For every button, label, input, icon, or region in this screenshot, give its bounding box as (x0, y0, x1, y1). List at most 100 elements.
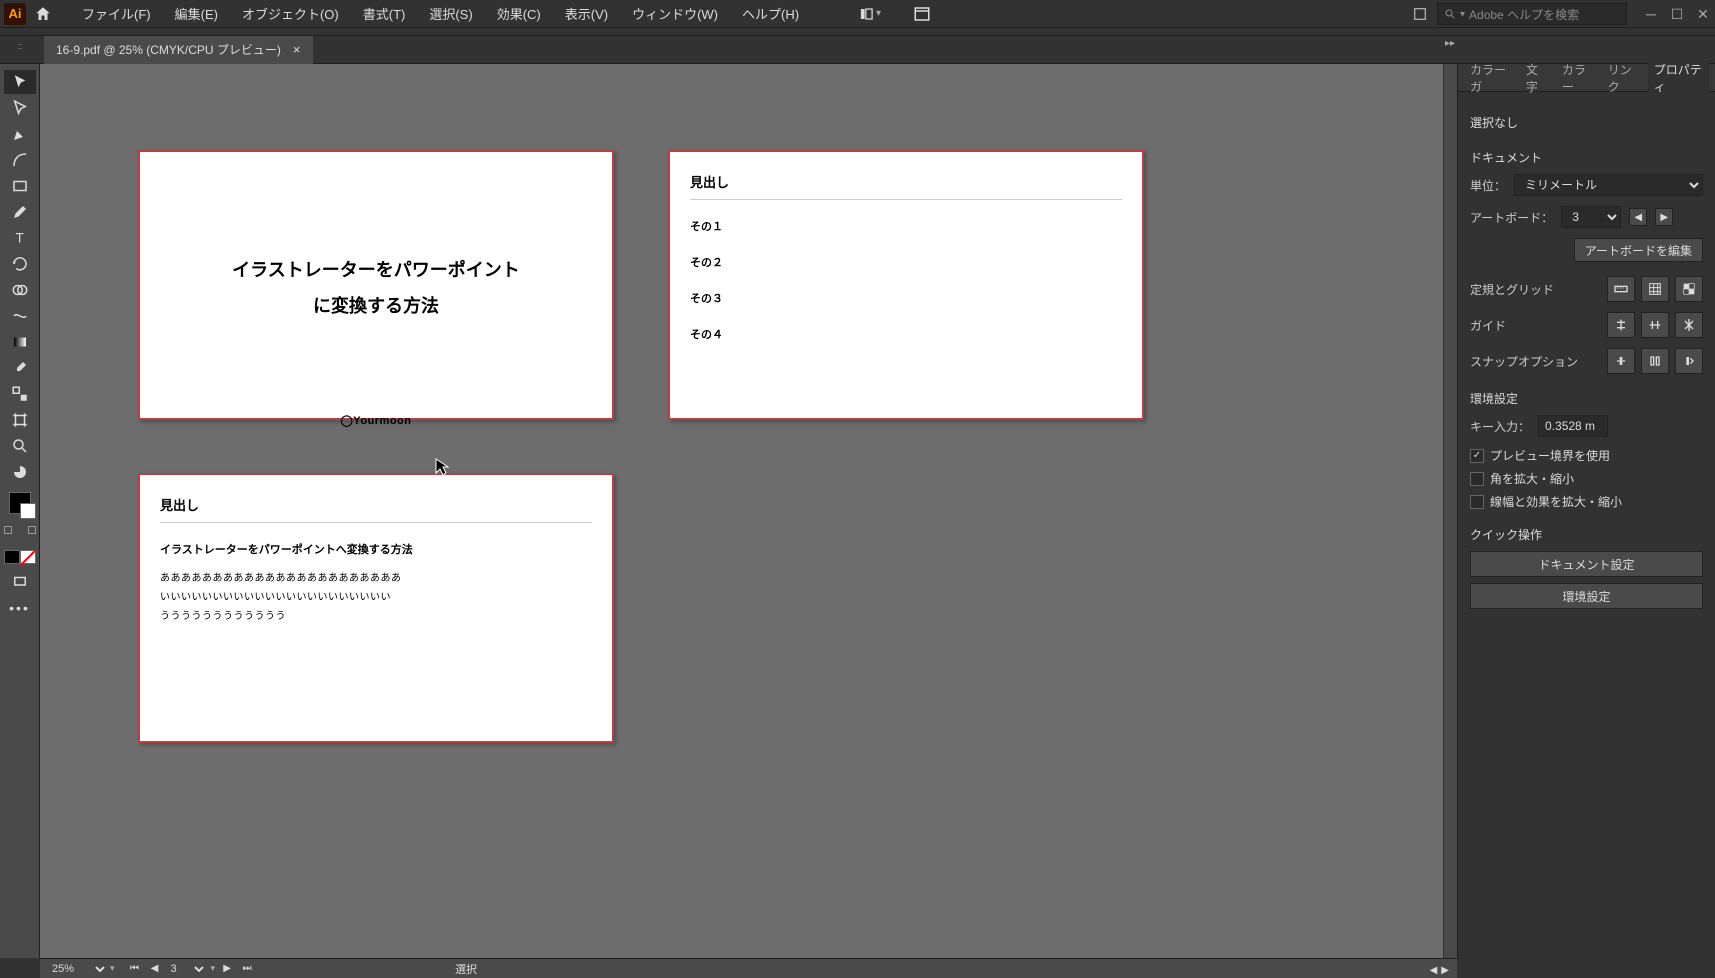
last-page-icon[interactable]: ⏭ (239, 962, 255, 976)
default-fill-stroke-icon[interactable] (28, 526, 36, 534)
artboard-1[interactable]: イラストレーターをパワーポイント に変換する方法 ◯Yourmoon (138, 150, 614, 420)
guide-lock-icon[interactable] (1641, 312, 1669, 338)
minimize-button[interactable]: ─ (1643, 6, 1659, 22)
menu-type[interactable]: 書式(T) (353, 0, 416, 27)
vertical-scrollbar[interactable] (1443, 64, 1457, 958)
key-input-label: キー入力： (1470, 418, 1530, 435)
rotate-tool[interactable] (4, 252, 36, 276)
doc-tab-name: 16-9.pdf @ 25% (CMYK/CPU プレビュー) (56, 41, 281, 58)
menu-items: ファイル(F) 編集(E) オブジェクト(O) 書式(T) 選択(S) 効果(C… (72, 0, 809, 27)
maximize-button[interactable]: ☐ (1669, 6, 1685, 22)
zoom-select[interactable]: 25% (48, 962, 108, 976)
edit-toolbar-icon[interactable]: ••• (4, 596, 36, 620)
close-window-button[interactable]: ✕ (1695, 6, 1711, 22)
gradient-tool[interactable] (4, 330, 36, 354)
artboard-select[interactable]: 3 (1561, 206, 1621, 228)
paintbrush-tool[interactable] (4, 200, 36, 224)
menu-object[interactable]: オブジェクト(O) (232, 0, 349, 27)
artboard-tool[interactable] (4, 408, 36, 432)
menu-edit[interactable]: 編集(E) (165, 0, 228, 27)
fill-color-swatch[interactable] (9, 492, 31, 514)
key-input-field[interactable] (1538, 415, 1608, 437)
workspace-layout-icon[interactable]: ▾ (859, 3, 881, 25)
menu-help[interactable]: ヘルプ(H) (732, 0, 809, 27)
ab2-item-4: その４ (690, 326, 1122, 342)
width-tool[interactable] (4, 304, 36, 328)
doc-tab[interactable]: 16-9.pdf @ 25% (CMYK/CPU プレビュー) × (44, 36, 313, 64)
ruler-icon[interactable] (1607, 276, 1635, 302)
curvature-tool[interactable] (4, 148, 36, 172)
units-label: 単位： (1470, 177, 1506, 194)
ab1-brand: ◯Yourmoon (160, 414, 592, 427)
arrange-documents-icon[interactable] (911, 3, 933, 25)
scale-corners-checkbox[interactable] (1470, 472, 1484, 486)
status-bar: 25% ▾ ⏮ ◀ 3 ▾ ▶ ⏭ 選択 ◀ ▶ (40, 958, 1457, 978)
tools-panel: T ••• (0, 64, 40, 958)
pie-graph-tool[interactable] (4, 460, 36, 484)
document-setup-button[interactable]: ドキュメント設定 (1470, 551, 1703, 577)
scroll-right-icon[interactable]: ▶ (1441, 965, 1449, 976)
screen-mode-icon[interactable] (4, 570, 36, 594)
pen-tool[interactable] (4, 122, 36, 146)
help-search[interactable]: ▾ Adobe ヘルプを検索 (1437, 3, 1627, 25)
scroll-left-icon[interactable]: ◀ (1430, 965, 1438, 976)
snap-point-icon[interactable] (1607, 348, 1635, 374)
none-mode-icon[interactable] (20, 550, 36, 564)
guide-visibility-icon[interactable] (1607, 312, 1635, 338)
units-select[interactable]: ミリメートル (1514, 174, 1703, 196)
artboard-3[interactable]: 見出し イラストレーターをパワーポイントへ変換する方法 ああああああああああああ… (138, 473, 614, 743)
menu-select[interactable]: 選択(S) (419, 0, 482, 27)
ab2-item-2: その２ (690, 254, 1122, 270)
ab3-heading: 見出し (160, 495, 592, 523)
close-tab-icon[interactable]: × (293, 42, 301, 57)
ab1-line2: に変換する方法 (160, 288, 592, 324)
ab2-item-3: その３ (690, 290, 1122, 306)
swap-fill-stroke-icon[interactable] (4, 526, 12, 534)
artboard-prev-icon[interactable]: ◀ (1629, 208, 1647, 226)
ruler-grid-label: 定規とグリッド (1470, 281, 1554, 298)
color-mode-icon[interactable] (4, 550, 20, 564)
rectangle-tool[interactable] (4, 174, 36, 198)
panel-tabs: カラーガ 文字 カラー リンク プロパティ (1458, 64, 1715, 92)
edit-artboards-button[interactable]: アートボードを編集 (1574, 238, 1703, 262)
artboard-2[interactable]: 見出し その１ その２ その３ その４ (668, 150, 1144, 420)
menu-file[interactable]: ファイル(F) (72, 0, 161, 27)
menu-bar: Ai ファイル(F) 編集(E) オブジェクト(O) 書式(T) 選択(S) 効… (0, 0, 1715, 28)
eyedropper-tool[interactable] (4, 356, 36, 380)
selection-status: 選択なし (1470, 114, 1703, 131)
snap-grid-icon[interactable] (1641, 348, 1669, 374)
menu-effect[interactable]: 効果(C) (487, 0, 551, 27)
menu-view[interactable]: 表示(V) (555, 0, 618, 27)
canvas[interactable]: イラストレーターをパワーポイント に変換する方法 ◯Yourmoon 見出し そ… (40, 64, 1457, 958)
prev-page-icon[interactable]: ◀ (147, 962, 163, 976)
first-page-icon[interactable]: ⏮ (127, 962, 143, 976)
zoom-tool[interactable] (4, 434, 36, 458)
doc-handle-icon[interactable]: :::::: (4, 36, 34, 56)
preview-bounds-checkbox[interactable]: ✓ (1470, 449, 1484, 463)
share-icon[interactable] (1409, 3, 1431, 25)
preferences-button[interactable]: 環境設定 (1470, 583, 1703, 609)
shape-builder-tool[interactable] (4, 278, 36, 302)
ab3-line1: あああああああああああああああああああああああ (160, 569, 592, 584)
collapse-panels-icon[interactable]: ▸▸ (1443, 36, 1457, 50)
snap-pixel-icon[interactable] (1675, 348, 1703, 374)
page-select[interactable]: 3 (167, 962, 207, 976)
ab1-line1: イラストレーターをパワーポイント (160, 252, 592, 288)
stroke-color-swatch[interactable] (20, 503, 36, 519)
selection-tool[interactable] (4, 70, 36, 94)
transparency-grid-icon[interactable] (1675, 276, 1703, 302)
prefs-section-title: 環境設定 (1470, 390, 1703, 407)
home-icon[interactable] (34, 5, 52, 23)
type-tool[interactable]: T (4, 226, 36, 250)
artboard-next-icon[interactable]: ▶ (1655, 208, 1673, 226)
quick-ops-title: クイック操作 (1470, 526, 1703, 543)
menu-window[interactable]: ウィンドウ(W) (622, 0, 728, 27)
smart-guide-icon[interactable] (1675, 312, 1703, 338)
grid-icon[interactable] (1641, 276, 1669, 302)
doc-tab-bar: 16-9.pdf @ 25% (CMYK/CPU プレビュー) × (0, 36, 1715, 64)
scale-strokes-checkbox[interactable] (1470, 495, 1484, 509)
direct-selection-tool[interactable] (4, 96, 36, 120)
next-page-icon[interactable]: ▶ (219, 962, 235, 976)
snap-label: スナップオプション (1470, 353, 1578, 370)
blend-tool[interactable] (4, 382, 36, 406)
